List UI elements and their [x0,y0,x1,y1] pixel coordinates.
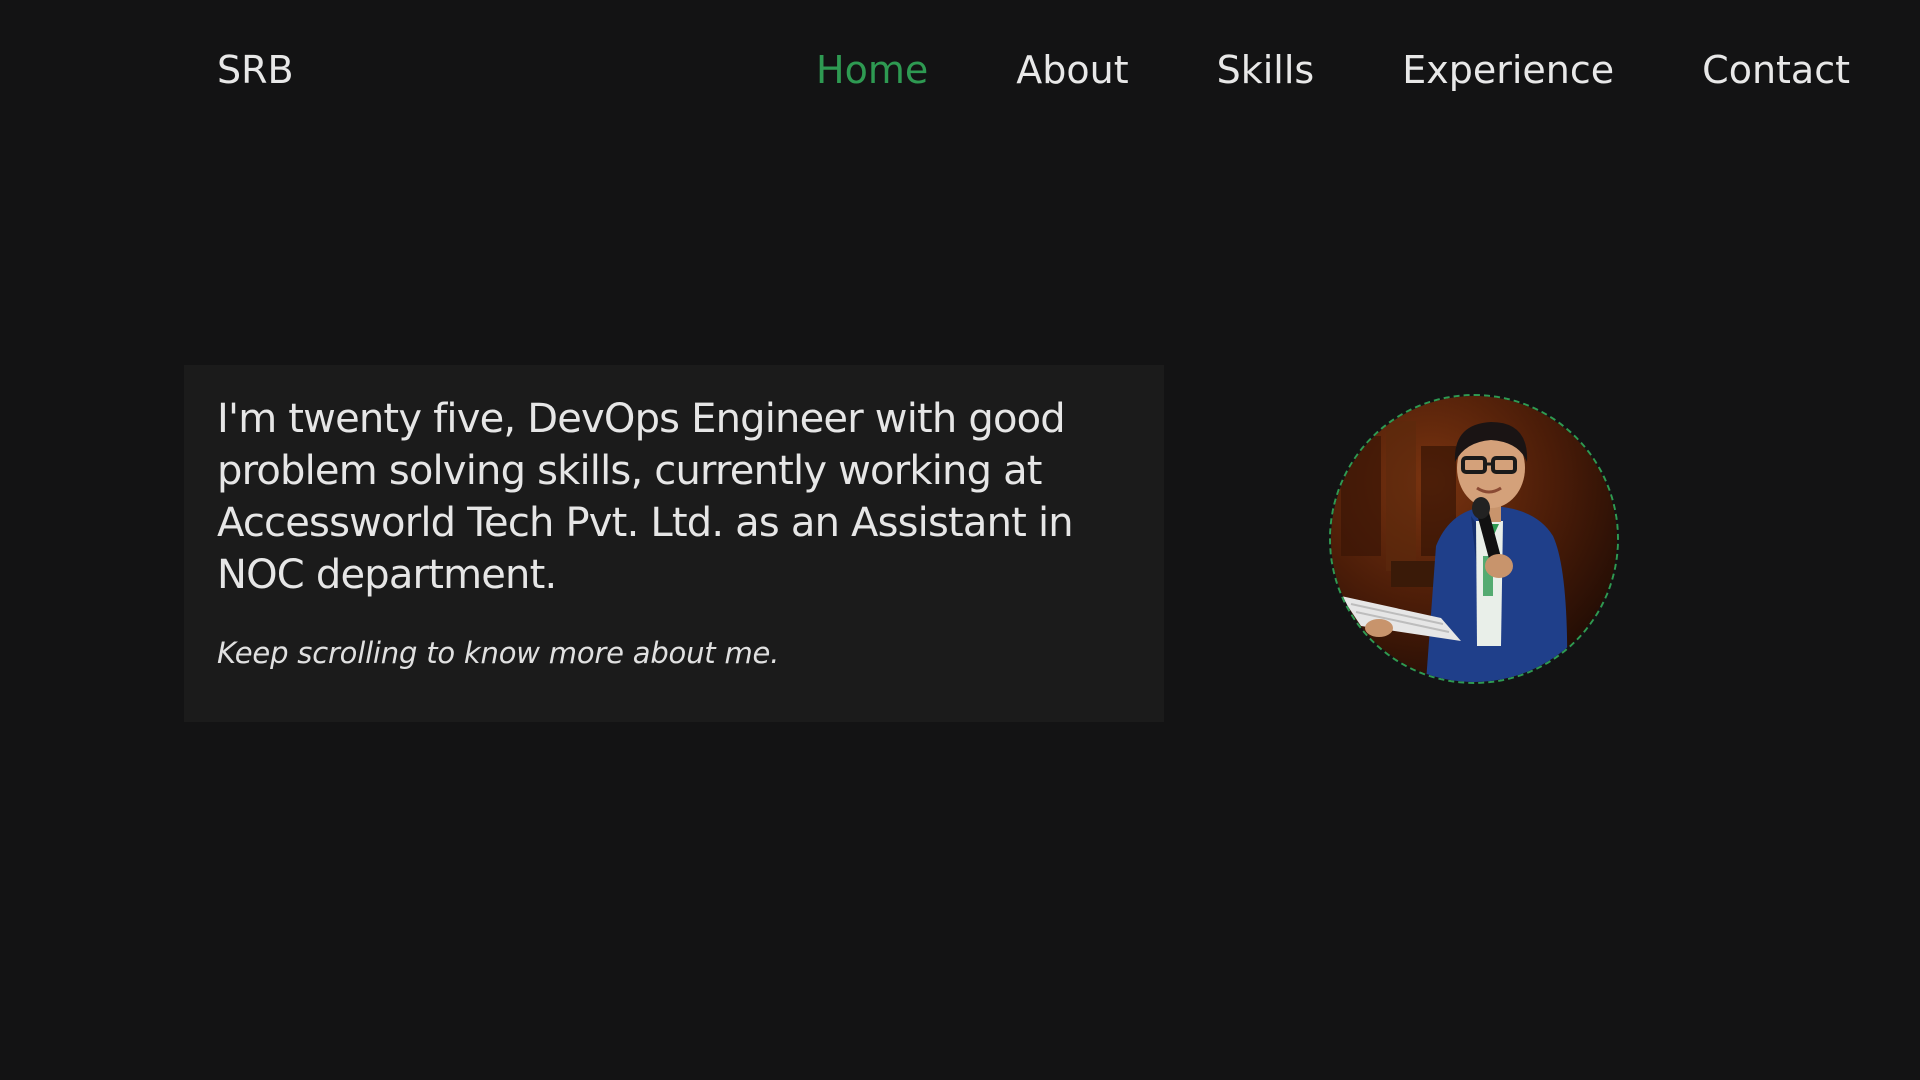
avatar [1329,394,1619,684]
nav-skills[interactable]: Skills [1217,44,1315,96]
nav-about[interactable]: About [1016,44,1128,96]
nav-home[interactable]: Home [816,44,928,96]
profile-photo-icon [1331,396,1617,682]
page: SRB Home About Skills Experience Contact… [0,0,1920,1080]
nav-experience[interactable]: Experience [1402,44,1614,96]
scroll-hint: Keep scrolling to know more about me. [217,636,780,670]
nav-contact[interactable]: Contact [1702,44,1850,96]
brand-logo[interactable]: SRB [217,44,294,96]
main-nav: Home About Skills Experience Contact [728,44,1850,96]
intro-text: I'm twenty five, DevOps Engineer with go… [217,396,1074,598]
intro-card: I'm twenty five, DevOps Engineer with go… [184,365,1164,722]
